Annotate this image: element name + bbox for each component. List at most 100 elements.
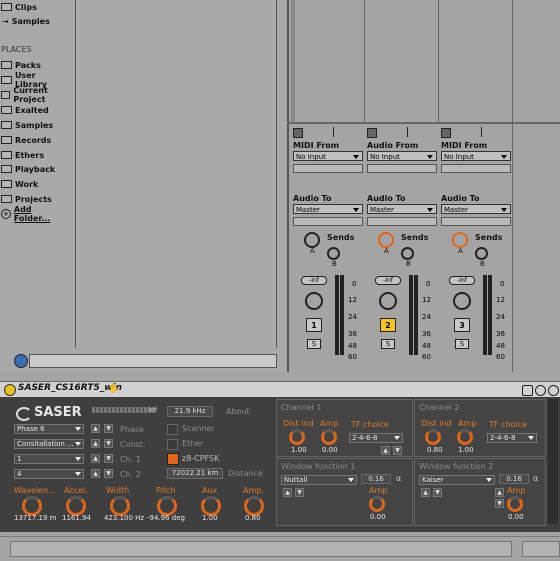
send-a-knob[interactable] <box>452 232 468 248</box>
width-knob[interactable] <box>110 496 130 516</box>
stop-button[interactable] <box>367 128 377 138</box>
send-b-knob[interactable] <box>475 247 488 260</box>
phase-select[interactable]: Phase 6 <box>14 424 84 434</box>
down-arrow-icon[interactable]: ▼ <box>295 488 304 497</box>
dist-ind-knob[interactable] <box>425 429 441 445</box>
window-function-2-select[interactable]: Kaiser <box>419 475 495 485</box>
solo-button[interactable]: S <box>455 339 469 349</box>
wavelength-knob[interactable] <box>22 496 42 516</box>
about-button[interactable]: About <box>226 407 250 416</box>
volume-field[interactable]: -Inf <box>449 276 475 285</box>
up-arrow-icon[interactable]: ▲ <box>381 446 390 455</box>
alpha-field[interactable]: 0.16 <box>499 474 529 484</box>
pan-knob[interactable] <box>305 292 323 310</box>
hot-swap-icon[interactable] <box>14 354 28 368</box>
place-item[interactable]: Ethers <box>0 148 70 162</box>
aux-knob[interactable] <box>201 496 221 516</box>
input-select[interactable]: No Input <box>441 151 511 161</box>
browser-content-pane[interactable] <box>75 0 277 348</box>
up-arrow-icon[interactable]: ▲ <box>91 439 100 448</box>
place-item[interactable]: User Library <box>0 71 70 89</box>
up-arrow-icon[interactable]: ▲ <box>495 488 504 497</box>
input-select[interactable]: No Input <box>367 151 437 161</box>
amp-knob[interactable] <box>321 429 337 445</box>
browser-item-clips[interactable]: Clips <box>0 0 70 14</box>
pitch-knob[interactable] <box>157 496 177 516</box>
up-arrow-icon[interactable]: ▲ <box>91 424 100 433</box>
pan-knob[interactable] <box>379 292 397 310</box>
output-select[interactable]: Master <box>293 204 363 214</box>
tf-choice-select[interactable]: 2-4-6-8 <box>349 433 403 443</box>
amp-knob[interactable] <box>457 429 473 445</box>
output-select[interactable]: Master <box>367 204 437 214</box>
input-channel-select[interactable] <box>441 164 511 173</box>
output-channel-select[interactable] <box>367 217 437 226</box>
track-activator-button[interactable]: 1 <box>306 318 322 332</box>
down-arrow-icon[interactable]: ▼ <box>495 499 504 508</box>
up-arrow-icon[interactable]: ▲ <box>421 488 430 497</box>
send-a-knob[interactable] <box>304 232 320 248</box>
volume-field[interactable]: -Inf <box>301 276 327 285</box>
input-channel-select[interactable] <box>293 164 363 173</box>
input-select[interactable]: No Input <box>293 151 363 161</box>
send-a-knob[interactable] <box>378 232 394 248</box>
up-arrow-icon[interactable]: ▲ <box>91 469 100 478</box>
place-item[interactable]: Packs <box>0 58 70 72</box>
stop-button[interactable] <box>293 128 303 138</box>
solo-button[interactable]: S <box>381 339 395 349</box>
place-item[interactable]: Records <box>0 133 70 147</box>
amp-knob[interactable] <box>369 496 385 512</box>
place-item[interactable]: Samples <box>0 118 70 132</box>
stop-button[interactable] <box>441 128 451 138</box>
scanner-toggle[interactable] <box>167 424 178 435</box>
browser-item-samples[interactable]: → Samples <box>0 14 70 28</box>
alpha-field[interactable]: 0.16 <box>361 474 391 484</box>
channel-2-select[interactable]: 4 <box>14 469 84 479</box>
solo-button[interactable]: S <box>307 339 321 349</box>
place-item[interactable]: Exalted <box>0 103 70 117</box>
search-input[interactable] <box>29 354 277 368</box>
down-arrow-icon[interactable]: ▼ <box>104 469 113 478</box>
ether-toggle[interactable] <box>167 439 178 450</box>
place-item[interactable]: Playback <box>0 162 70 176</box>
device-scrollbar[interactable] <box>548 399 558 524</box>
channel-1-select[interactable]: 1 <box>14 454 84 464</box>
output-channel-select[interactable] <box>441 217 511 226</box>
amp-knob[interactable] <box>507 496 523 512</box>
track-activator-button[interactable]: 3 <box>454 318 470 332</box>
output-channel-select[interactable] <box>293 217 363 226</box>
save-preset-icon[interactable] <box>522 385 533 396</box>
place-item[interactable]: Current Project <box>0 86 70 104</box>
input-channel-select[interactable] <box>367 164 437 173</box>
down-arrow-icon[interactable]: ▼ <box>104 454 113 463</box>
down-arrow-icon[interactable]: ▼ <box>433 488 442 497</box>
output-select[interactable]: Master <box>441 204 511 214</box>
cpfsk-toggle[interactable] <box>167 453 179 465</box>
distance-field[interactable]: 72022.21 km <box>167 468 223 479</box>
frequency-field[interactable]: 21.9 kHz <box>167 406 213 417</box>
dist-ind-knob[interactable] <box>289 429 305 445</box>
amp-knob[interactable] <box>244 496 264 516</box>
down-arrow-icon[interactable]: ▼ <box>393 446 402 455</box>
constellation-select[interactable]: Consitallation ... <box>14 439 84 449</box>
volume-field[interactable]: -Inf <box>375 276 401 285</box>
place-item[interactable]: Work <box>0 177 70 191</box>
down-arrow-icon[interactable]: ▼ <box>104 424 113 433</box>
settings-icon[interactable] <box>548 385 559 396</box>
place-item[interactable]: Projects <box>0 192 70 206</box>
down-arrow-icon[interactable]: ▼ <box>104 439 113 448</box>
tf-choice-select[interactable]: 2-4-6-8 <box>487 433 537 443</box>
track-activator-button[interactable]: 2 <box>380 318 396 332</box>
up-arrow-icon[interactable]: ▲ <box>91 454 100 463</box>
up-arrow-icon[interactable]: ▲ <box>283 488 292 497</box>
pan-knob[interactable] <box>453 292 471 310</box>
accel-knob[interactable] <box>66 496 86 516</box>
send-b-knob[interactable] <box>327 247 340 260</box>
window-function-1-select[interactable]: Nuttall <box>281 475 357 485</box>
hand-icon[interactable]: ✋ <box>108 384 119 394</box>
send-b-knob[interactable] <box>401 247 414 260</box>
device-power-icon[interactable] <box>4 384 16 396</box>
edit-icon[interactable] <box>535 385 546 396</box>
track-selector[interactable] <box>522 541 560 557</box>
add-folder-button[interactable]: + Add Folder... <box>0 205 70 223</box>
